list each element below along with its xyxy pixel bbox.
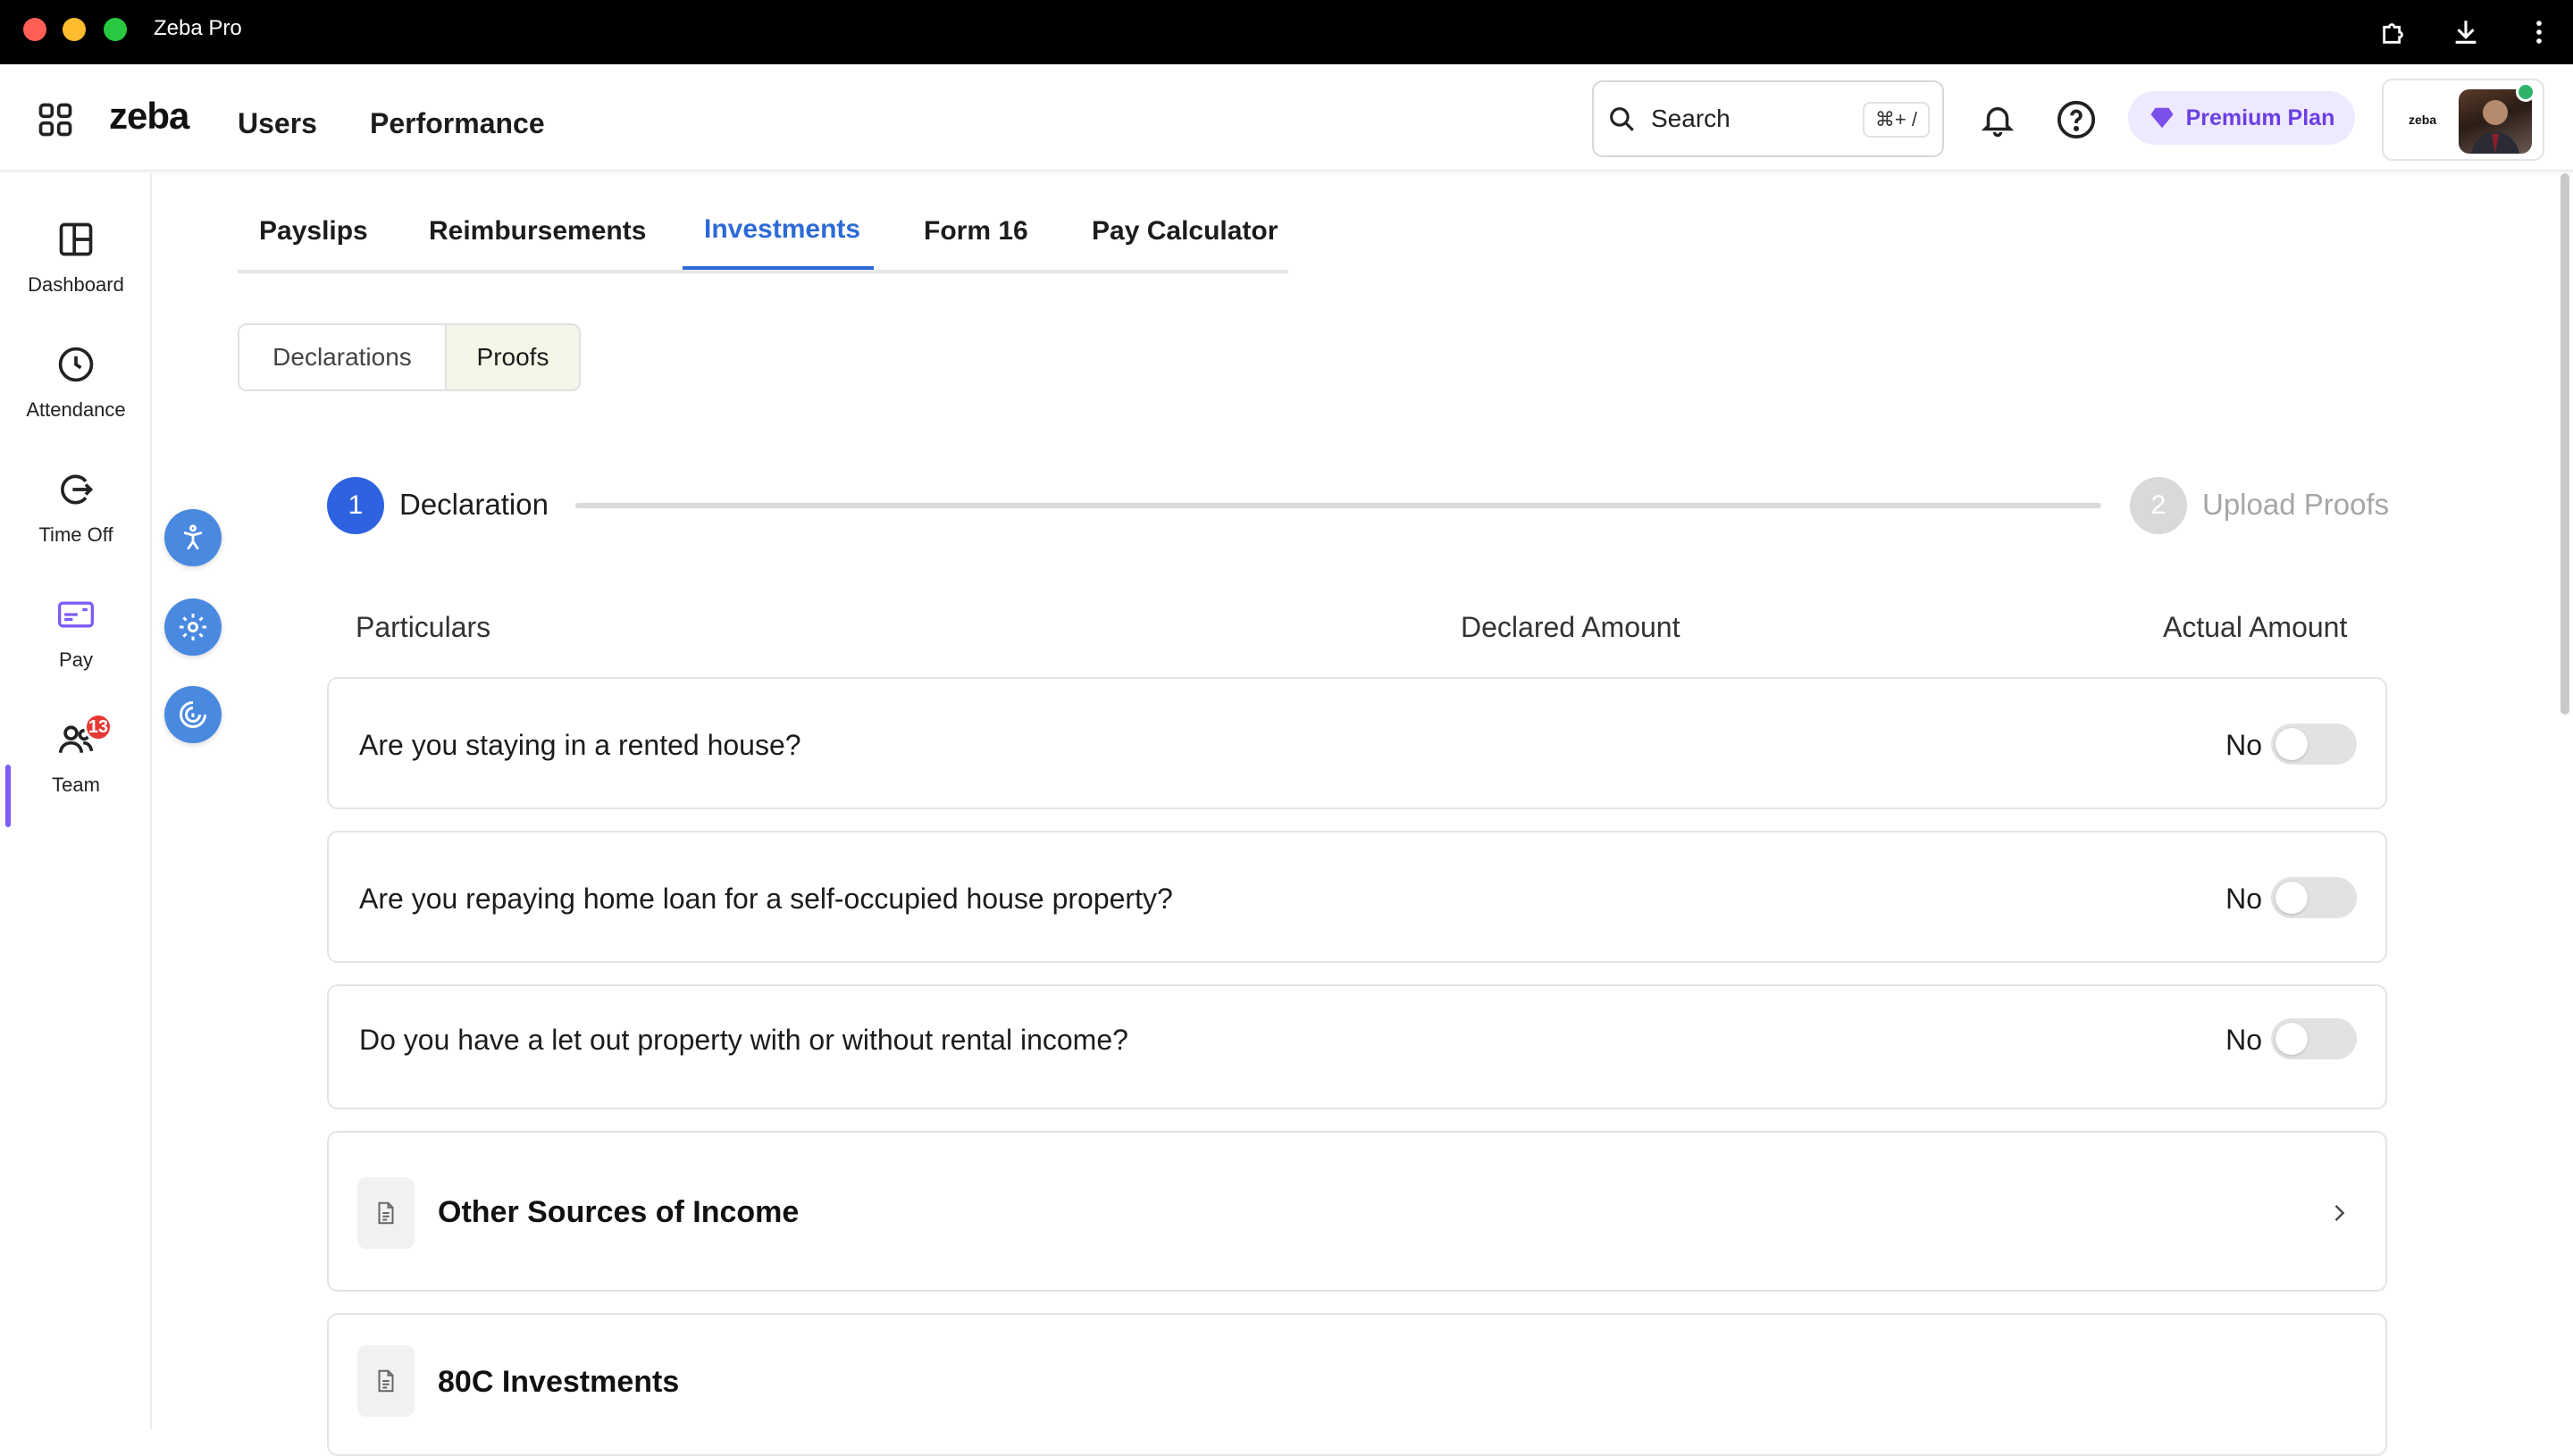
zeba-logo[interactable]: zeba [109,95,189,138]
segment-declarations[interactable]: Declarations [239,325,445,389]
clock-icon [54,343,97,386]
toggle-value: No [2225,883,2262,915]
question-card: Do you have a let out property with or w… [327,984,2387,1109]
accessibility-icon [183,524,203,550]
column-declared-amount: Declared Amount [1461,611,1680,643]
online-status-dot [2516,82,2535,102]
scrollbar[interactable] [2560,173,2569,715]
bell-icon[interactable] [1974,96,2021,143]
segment-proofs[interactable]: Proofs [445,325,579,389]
sidebar-item-label: Time Off [38,523,113,546]
logout-icon [54,468,97,511]
window-title: Zeba Pro [154,16,242,40]
help-icon[interactable] [2053,96,2099,143]
tab-form-16[interactable]: Form 16 [924,216,1028,247]
column-particulars: Particulars [356,611,491,643]
step-1-label: Declaration [399,488,549,521]
sidebar-item-label: Pay [59,649,93,671]
declarations-proofs-toggle: Declarations Proofs [238,323,581,391]
document-icon [357,1345,415,1417]
question-card: Are you staying in a rented house? No [327,677,2387,809]
nav-users[interactable]: Users [238,107,317,140]
section-other-sources-of-income[interactable]: Other Sources of Income [327,1131,2387,1292]
step-2-number: 2 [2130,477,2187,534]
profile-menu[interactable]: zeba [2382,79,2544,161]
apps-grid-icon[interactable] [36,100,75,139]
search-icon [1610,107,1634,131]
company-logo: zeba [2409,113,2437,127]
tab-investments[interactable]: Investments [704,214,860,245]
maximize-window-button[interactable] [104,18,127,41]
diamond-icon [2150,107,2174,129]
active-tab-underline [683,266,874,270]
sidebar-item-label: Team [52,774,100,796]
rented-house-toggle[interactable] [2271,724,2357,765]
sidebar-item-label: Attendance [26,398,126,421]
tab-payslips[interactable]: Payslips [259,216,368,247]
minimize-window-button[interactable] [63,18,86,41]
question-text: Are you staying in a rented house? [359,729,801,761]
main-tabs: Payslips Reimbursements Investments Form… [238,195,1288,273]
step-2-label: Upload Proofs [2202,488,2390,521]
window-titlebar: Zeba Pro [0,0,2573,64]
column-actual-amount: Actual Amount [2163,611,2348,643]
download-icon[interactable] [2446,13,2485,52]
toggle-value: No [2225,729,2262,761]
section-title: Other Sources of Income [438,1195,800,1229]
sidebar-item-label: Dashboard [28,273,124,296]
more-options-icon[interactable] [2519,13,2559,52]
question-text: Do you have a let out property with or w… [359,1024,1128,1056]
app-header: zeba Users Performance Search ⌘+ / Premi… [0,64,2573,172]
nav-performance[interactable]: Performance [370,107,545,140]
close-window-button[interactable] [23,18,46,41]
settings-button[interactable] [164,598,222,656]
sidebar-item-dashboard[interactable]: Dashboard [0,209,152,316]
fingerprint-icon [180,701,206,728]
sidebar: Dashboard Attendance Time Off Pay 13 Tea… [0,173,152,1429]
search-box[interactable]: Search ⌘+ / [1592,80,1944,157]
gear-icon [180,614,206,640]
sidebar-item-attendance[interactable]: Attendance [0,334,152,441]
section-80c-investments[interactable]: 80C Investments [327,1313,2387,1456]
chevron-right-icon[interactable] [2321,1195,2357,1231]
stepper-progress-line [575,503,2101,508]
sidebar-item-pay[interactable]: Pay [0,584,152,691]
step-1-number: 1 [327,477,384,534]
card-icon [54,593,97,636]
question-card: Are you repaying home loan for a self-oc… [327,831,2387,963]
notification-badge: 13 [84,713,113,741]
question-text: Are you repaying home loan for a self-oc… [359,883,1173,915]
search-shortcut: ⌘+ / [1862,102,1930,138]
tab-reimbursements[interactable]: Reimbursements [429,216,646,247]
extension-icon[interactable] [2375,13,2414,52]
section-title: 80C Investments [438,1365,680,1399]
dashboard-icon [54,218,97,261]
fingerprint-button[interactable] [164,686,222,743]
tab-pay-calculator[interactable]: Pay Calculator [1092,216,1278,247]
document-icon [357,1177,415,1249]
let-out-property-toggle[interactable] [2271,1018,2357,1059]
sidebar-item-time-off[interactable]: Time Off [0,459,152,566]
toggle-value: No [2225,1024,2262,1056]
premium-plan-label: Premium Plan [2185,105,2335,130]
premium-plan-button[interactable]: Premium Plan [2128,91,2355,145]
accessibility-button[interactable] [164,509,222,566]
search-label: Search [1651,105,1731,132]
sidebar-item-team[interactable]: 13 Team [0,709,152,816]
home-loan-toggle[interactable] [2271,877,2357,918]
